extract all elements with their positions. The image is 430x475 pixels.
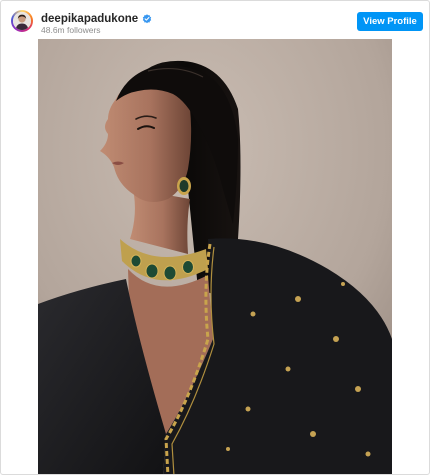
embed-header: deepikapadukone 48.6m followers View Pro… (1, 1, 429, 41)
username-link[interactable]: deepikapadukone (41, 12, 138, 26)
username-row: deepikapadukone (41, 12, 152, 26)
verified-badge-icon (142, 14, 152, 24)
instagram-embed-card: deepikapadukone 48.6m followers View Pro… (0, 0, 430, 475)
post-photo[interactable] (38, 39, 392, 474)
profile-avatar[interactable] (11, 10, 33, 32)
view-profile-button[interactable]: View Profile (357, 12, 423, 31)
avatar-photo (13, 12, 31, 30)
follower-count: 48.6m followers (41, 25, 101, 35)
